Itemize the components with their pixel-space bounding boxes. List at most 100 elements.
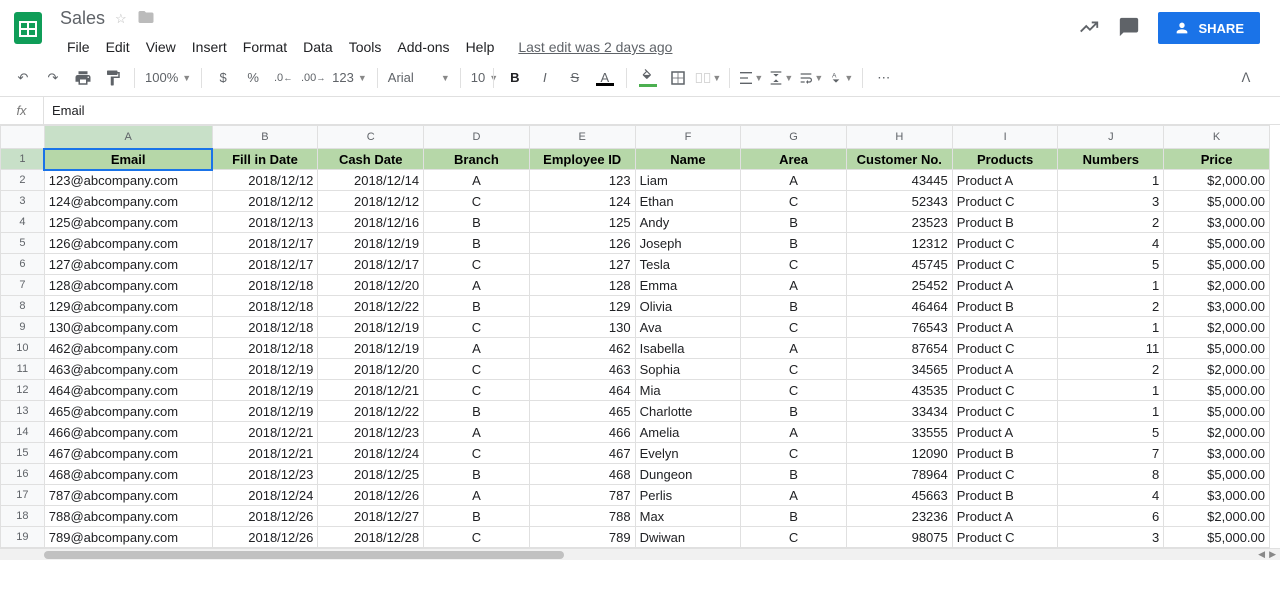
menu-view[interactable]: View bbox=[139, 35, 183, 59]
data-header-cell[interactable]: Customer No. bbox=[846, 149, 952, 170]
document-title[interactable]: Sales bbox=[60, 8, 105, 29]
cell[interactable]: Product C bbox=[952, 233, 1058, 254]
cell[interactable]: B bbox=[424, 233, 530, 254]
cell[interactable]: A bbox=[741, 422, 847, 443]
cell[interactable]: Ethan bbox=[635, 191, 741, 212]
cell[interactable]: 46464 bbox=[846, 296, 952, 317]
cell[interactable]: 464@abcompany.com bbox=[44, 380, 212, 401]
cell[interactable]: 2018/12/16 bbox=[318, 212, 424, 233]
cell[interactable]: Product A bbox=[952, 170, 1058, 191]
cell[interactable]: C bbox=[741, 359, 847, 380]
cell[interactable]: 78964 bbox=[846, 464, 952, 485]
print-icon[interactable] bbox=[69, 64, 97, 92]
cell[interactable]: 464 bbox=[529, 380, 635, 401]
borders-icon[interactable] bbox=[664, 64, 692, 92]
row-header[interactable]: 1 bbox=[1, 149, 45, 170]
menu-addons[interactable]: Add-ons bbox=[390, 35, 456, 59]
row-header[interactable]: 12 bbox=[1, 380, 45, 401]
rotate-icon[interactable]: A▼ bbox=[827, 64, 855, 92]
cell[interactable]: Perlis bbox=[635, 485, 741, 506]
cell[interactable]: Product C bbox=[952, 254, 1058, 275]
cell[interactable]: Evelyn bbox=[635, 443, 741, 464]
cell[interactable]: 2018/12/18 bbox=[212, 338, 318, 359]
cell[interactable]: 2018/12/13 bbox=[212, 212, 318, 233]
fill-color-icon[interactable] bbox=[634, 64, 662, 92]
cell[interactable]: 4 bbox=[1058, 233, 1164, 254]
menu-tools[interactable]: Tools bbox=[342, 35, 389, 59]
cell[interactable]: Product B bbox=[952, 296, 1058, 317]
redo-icon[interactable]: ↷ bbox=[39, 64, 67, 92]
cell[interactable]: 468 bbox=[529, 464, 635, 485]
cell[interactable]: 2018/12/23 bbox=[212, 464, 318, 485]
comment-icon[interactable] bbox=[1118, 16, 1140, 41]
cell[interactable]: B bbox=[741, 296, 847, 317]
col-header[interactable]: J bbox=[1058, 126, 1164, 149]
menu-edit[interactable]: Edit bbox=[99, 35, 137, 59]
cell[interactable]: Mia bbox=[635, 380, 741, 401]
collapse-toolbar-icon[interactable]: ᐱ bbox=[1232, 64, 1260, 92]
col-header[interactable]: H bbox=[846, 126, 952, 149]
cell[interactable]: B bbox=[424, 212, 530, 233]
cell[interactable]: C bbox=[741, 254, 847, 275]
col-header[interactable]: D bbox=[424, 126, 530, 149]
cell[interactable]: A bbox=[424, 170, 530, 191]
cell[interactable]: C bbox=[424, 191, 530, 212]
cell[interactable]: $2,000.00 bbox=[1164, 317, 1270, 338]
text-color-icon[interactable]: A bbox=[591, 64, 619, 92]
cell[interactable]: $5,000.00 bbox=[1164, 380, 1270, 401]
cell[interactable]: 2018/12/12 bbox=[212, 170, 318, 191]
cell[interactable]: 2018/12/19 bbox=[318, 317, 424, 338]
cell[interactable]: 788@abcompany.com bbox=[44, 506, 212, 527]
cell[interactable]: Olivia bbox=[635, 296, 741, 317]
cell[interactable]: Ava bbox=[635, 317, 741, 338]
cell[interactable]: 7 bbox=[1058, 443, 1164, 464]
cell[interactable]: C bbox=[741, 443, 847, 464]
col-header[interactable]: C bbox=[318, 126, 424, 149]
cell[interactable]: 2 bbox=[1058, 296, 1164, 317]
cell[interactable]: Joseph bbox=[635, 233, 741, 254]
cell[interactable]: Product B bbox=[952, 212, 1058, 233]
cell[interactable]: Andy bbox=[635, 212, 741, 233]
row-header[interactable]: 4 bbox=[1, 212, 45, 233]
cell[interactable]: 2018/12/24 bbox=[212, 485, 318, 506]
menu-format[interactable]: Format bbox=[236, 35, 294, 59]
cell[interactable]: B bbox=[741, 464, 847, 485]
cell[interactable]: 2018/12/19 bbox=[212, 401, 318, 422]
cell[interactable]: 466 bbox=[529, 422, 635, 443]
cell[interactable]: Product A bbox=[952, 359, 1058, 380]
cell[interactable]: 466@abcompany.com bbox=[44, 422, 212, 443]
cell[interactable]: 130 bbox=[529, 317, 635, 338]
cell[interactable]: 2018/12/19 bbox=[318, 338, 424, 359]
decrease-decimal-icon[interactable]: .0← bbox=[269, 64, 297, 92]
cell[interactable]: 467@abcompany.com bbox=[44, 443, 212, 464]
col-header[interactable]: E bbox=[529, 126, 635, 149]
cell[interactable]: 2018/12/27 bbox=[318, 506, 424, 527]
cell[interactable]: 23236 bbox=[846, 506, 952, 527]
cell[interactable]: C bbox=[424, 359, 530, 380]
cell[interactable]: Product A bbox=[952, 275, 1058, 296]
cell[interactable]: 5 bbox=[1058, 254, 1164, 275]
cell[interactable]: 2018/12/18 bbox=[212, 317, 318, 338]
cell[interactable]: 787 bbox=[529, 485, 635, 506]
cell[interactable]: $3,000.00 bbox=[1164, 296, 1270, 317]
data-header-cell[interactable]: Employee ID bbox=[529, 149, 635, 170]
data-header-cell[interactable]: Name bbox=[635, 149, 741, 170]
row-header[interactable]: 8 bbox=[1, 296, 45, 317]
cell[interactable]: Product C bbox=[952, 338, 1058, 359]
cell[interactable]: 2018/12/20 bbox=[318, 275, 424, 296]
fx-icon[interactable]: fx bbox=[0, 97, 44, 124]
cell[interactable]: Product C bbox=[952, 464, 1058, 485]
cell[interactable]: 789@abcompany.com bbox=[44, 527, 212, 548]
row-header[interactable]: 15 bbox=[1, 443, 45, 464]
star-icon[interactable]: ☆ bbox=[115, 11, 127, 27]
cell[interactable]: B bbox=[741, 212, 847, 233]
cell[interactable]: C bbox=[424, 527, 530, 548]
menu-data[interactable]: Data bbox=[296, 35, 340, 59]
cell[interactable]: 2018/12/23 bbox=[318, 422, 424, 443]
cell[interactable]: $3,000.00 bbox=[1164, 212, 1270, 233]
cell[interactable]: 2018/12/24 bbox=[318, 443, 424, 464]
folder-icon[interactable] bbox=[137, 8, 155, 29]
cell[interactable]: 2018/12/21 bbox=[212, 443, 318, 464]
cell[interactable]: 787@abcompany.com bbox=[44, 485, 212, 506]
cell[interactable]: 467 bbox=[529, 443, 635, 464]
